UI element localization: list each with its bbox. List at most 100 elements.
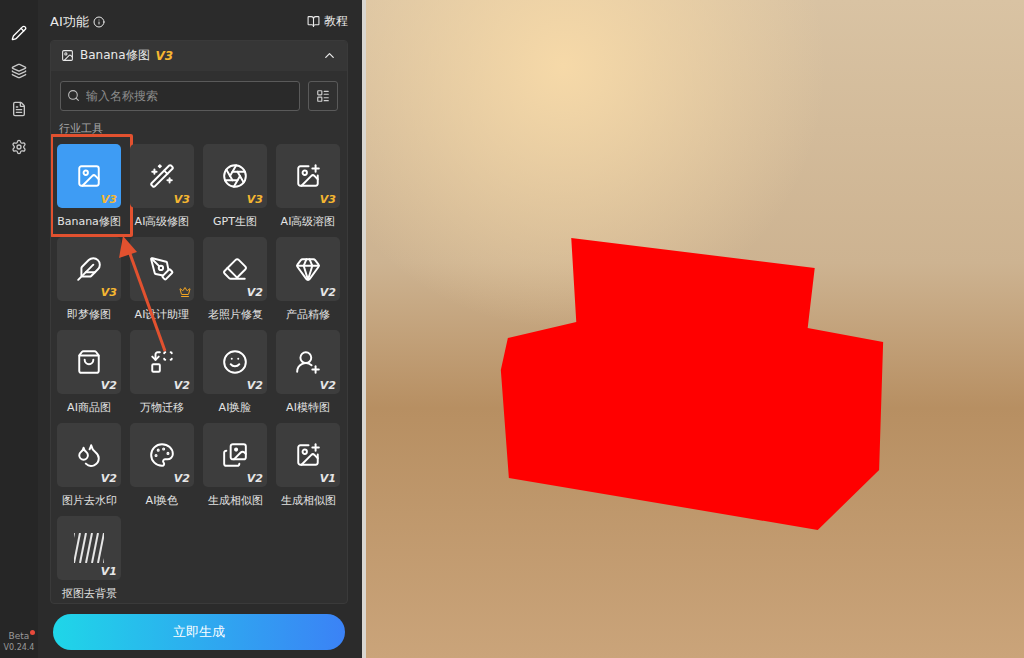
edit-icon	[11, 25, 27, 41]
view-toggle[interactable]	[308, 81, 338, 111]
version-badge: V3	[156, 49, 174, 63]
tool-tile[interactable]: V2	[203, 330, 267, 394]
beta-label: Beta	[9, 631, 30, 641]
rail-button[interactable]	[7, 21, 31, 45]
tool-tile[interactable]: V2	[130, 423, 194, 487]
rail-button[interactable]	[7, 135, 31, 159]
tool-tile[interactable]: V2	[276, 330, 340, 394]
search-input[interactable]	[84, 88, 293, 104]
tool-tile[interactable]: V2	[276, 237, 340, 301]
tool-icon	[76, 349, 102, 375]
tool-item[interactable]: V3 AI高级溶图	[276, 144, 340, 230]
tool-icon	[149, 349, 175, 375]
tool-tile[interactable]: V3	[276, 144, 340, 208]
version-badge: V2	[247, 472, 263, 485]
tool-tile[interactable]: V3	[203, 144, 267, 208]
tool-label: AI商品图	[67, 400, 111, 416]
tool-icon	[222, 442, 248, 468]
tool-icon	[295, 349, 321, 375]
search-row	[51, 71, 347, 111]
version-badge: V2	[101, 379, 117, 392]
premium-badge	[179, 286, 191, 298]
tool-item[interactable]: AI设计助理	[130, 237, 194, 323]
section-header[interactable]: Banana修图V3	[51, 41, 347, 71]
tool-label: 产品精修	[286, 307, 330, 323]
tool-item[interactable]: V2老照片修复	[203, 237, 267, 323]
rail-button[interactable]	[7, 59, 31, 83]
tool-item[interactable]: V2 AI商品图	[57, 330, 121, 416]
tool-label: 图片去水印	[62, 493, 117, 509]
tool-item[interactable]: V3 AI高级修图	[130, 144, 194, 230]
tool-item[interactable]: V2 AI换脸	[203, 330, 267, 416]
tool-icon	[222, 256, 248, 282]
tool-item[interactable]: V1抠图去背景	[57, 516, 121, 602]
tool-section: Banana修图V3行业工具V3Banana修图V3AI高级修图V3GPT生图V…	[50, 40, 348, 604]
tool-icon	[149, 442, 175, 468]
tool-label: 万物迁移	[140, 400, 184, 416]
version-badge: V2	[247, 379, 263, 392]
tool-tile[interactable]: V1	[57, 516, 121, 580]
panel-title: AI功能	[50, 13, 105, 31]
tool-item[interactable]: V2 图片去水印	[57, 423, 121, 509]
version-info: Beta V0.24.4	[4, 631, 35, 658]
tool-tile[interactable]: V1	[276, 423, 340, 487]
tool-label: GPT生图	[213, 214, 257, 230]
tool-tile[interactable]: V2	[57, 423, 121, 487]
tool-item[interactable]: V2AI换色	[130, 423, 194, 509]
image-icon	[61, 49, 74, 62]
version-badge: V3	[247, 193, 263, 206]
tool-item[interactable]: V3 Banana修图	[57, 144, 121, 230]
tool-tile[interactable]: V3	[130, 144, 194, 208]
version-badge: V2	[320, 286, 336, 299]
tool-tile[interactable]: V2	[130, 330, 194, 394]
mask-region-icon	[366, 0, 1024, 658]
version-badge: V2	[247, 286, 263, 299]
version-label: V0.24.4	[4, 643, 35, 652]
chevron-icon[interactable]	[322, 48, 337, 63]
book-icon	[307, 15, 320, 28]
settings-icon	[11, 139, 27, 155]
info-icon[interactable]	[93, 16, 105, 28]
tool-item[interactable]: V1 生成相似图	[276, 423, 340, 509]
tool-icon	[76, 163, 102, 189]
tool-item[interactable]: V2 万物迁移	[130, 330, 194, 416]
generate-button[interactable]: 立即生成	[53, 614, 345, 650]
highlight-box	[50, 134, 133, 237]
tool-tile[interactable]: V2	[203, 237, 267, 301]
tool-item[interactable]: V3即梦修图	[57, 237, 121, 323]
tool-item[interactable]: V2 产品精修	[276, 237, 340, 323]
tool-tile[interactable]: V2	[203, 423, 267, 487]
list-icon	[316, 89, 330, 103]
tool-label: 生成相似图	[281, 493, 336, 509]
version-badge: V3	[174, 193, 190, 206]
version-badge: V2	[174, 379, 190, 392]
tool-tile[interactable]: V2	[57, 330, 121, 394]
tool-label: AI高级修图	[135, 214, 190, 230]
version-badge: V2	[101, 472, 117, 485]
tool-item[interactable]: V3 GPT生图	[203, 144, 267, 230]
hatch-icon	[74, 533, 104, 563]
tool-label: AI高级溶图	[281, 214, 336, 230]
tool-tile[interactable]: V3	[57, 237, 121, 301]
version-badge: V2	[320, 379, 336, 392]
tool-label: Banana修图	[57, 214, 121, 230]
tool-label: 生成相似图	[208, 493, 263, 509]
tool-tile[interactable]: V3	[57, 144, 121, 208]
tool-item[interactable]: V2AI模特图	[276, 330, 340, 416]
tool-label: AI换脸	[219, 400, 252, 416]
tool-icon	[222, 349, 248, 375]
tutorial-link[interactable]: 教程	[307, 13, 348, 30]
version-badge: V1	[101, 565, 117, 578]
section-title: Banana修图V3	[61, 47, 173, 64]
crown-icon	[179, 286, 191, 298]
annotation-arrow-icon	[57, 144, 348, 604]
tool-item[interactable]: V2 生成相似图	[203, 423, 267, 509]
photo-canvas[interactable]	[366, 0, 1024, 658]
version-badge: V3	[101, 193, 117, 206]
version-badge: V3	[320, 193, 336, 206]
tool-tile[interactable]	[130, 237, 194, 301]
app-panel: BetaV0.24.4AI功能教程Banana修图V3行业工具V3Banana修…	[0, 0, 366, 658]
version-badge: V2	[174, 472, 190, 485]
panel-header: AI功能 教程	[50, 12, 348, 32]
rail-button[interactable]	[7, 97, 31, 121]
